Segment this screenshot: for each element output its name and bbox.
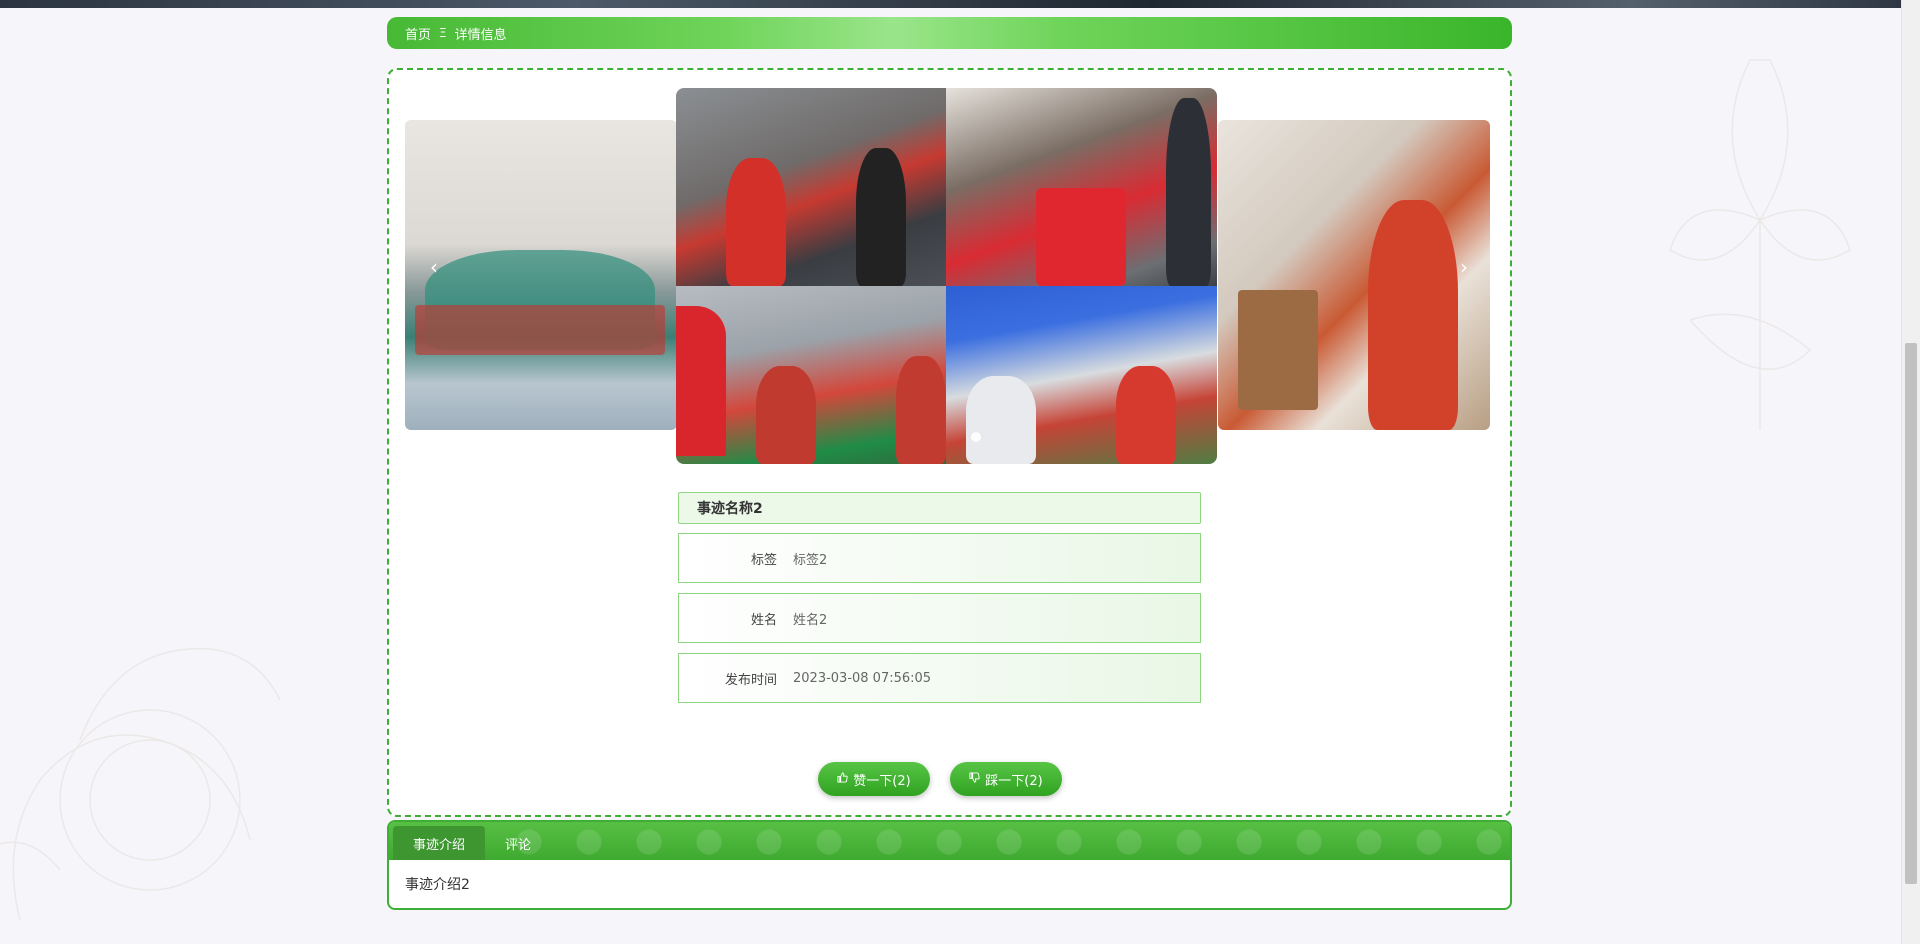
lotus-decoration-right	[1669, 59, 1851, 430]
detail-card: ‹ › 事迹名称2 标签 标签2 姓名 姓名2 发布时间 2023-03-08 …	[387, 68, 1512, 817]
field-row-tag: 标签 标签2	[678, 533, 1201, 583]
field-value: 标签2	[793, 552, 828, 568]
like-button[interactable]: 赞一下(2)	[818, 762, 930, 796]
field-label: 姓名	[750, 612, 777, 628]
field-row-publish-time: 发布时间 2023-03-08 07:56:05	[678, 653, 1201, 703]
record-title: 事迹名称2	[678, 492, 1201, 524]
breadcrumb-home-link[interactable]: 首页	[405, 24, 431, 43]
photo-red-bin	[946, 88, 1217, 286]
carousel-slide-right[interactable]	[1218, 120, 1490, 430]
carousel-slide-left[interactable]	[405, 120, 677, 430]
vertical-scrollbar[interactable]	[1901, 0, 1920, 944]
carousel-slide-active[interactable]	[676, 88, 1217, 464]
carousel-indicator-dot[interactable]	[971, 432, 981, 442]
field-row-name: 姓名 姓名2	[678, 593, 1201, 643]
field-value: 姓名2	[793, 612, 828, 628]
field-label: 标签	[750, 552, 777, 568]
detail-info: 事迹名称2 标签 标签2 姓名 姓名2 发布时间 2023-03-08 07:5…	[678, 492, 1201, 713]
thumbs-down-icon	[969, 772, 980, 786]
scrollbar-thumb[interactable]	[1905, 343, 1917, 884]
photo-tent-station	[946, 286, 1217, 464]
dislike-button[interactable]: 踩一下(2)	[950, 762, 1062, 796]
like-label: 赞一下(2)	[853, 773, 911, 789]
photo-flag-volunteers	[676, 286, 946, 464]
tab-comments[interactable]: 评论	[485, 826, 551, 860]
photo-volunteers-street	[676, 88, 946, 286]
breadcrumb: 首页 Ξ 详情信息	[387, 17, 1512, 49]
tabs-bar: 事迹介绍 评论	[389, 822, 1510, 860]
tab-content: 事迹介绍2	[405, 877, 470, 893]
tab-introduction[interactable]: 事迹介绍	[393, 826, 486, 860]
field-value: 2023-03-08 07:56:05	[793, 670, 932, 686]
tabs-panel: 事迹介绍 评论 事迹介绍2	[387, 820, 1512, 910]
top-banner-strip	[0, 0, 1920, 8]
thumbs-up-icon	[837, 772, 848, 786]
dislike-label: 踩一下(2)	[985, 773, 1043, 789]
breadcrumb-current: 详情信息	[454, 27, 507, 43]
image-carousel[interactable]: ‹ ›	[405, 88, 1490, 464]
vote-actions: 赞一下(2) 踩一下(2)	[818, 762, 1062, 796]
chevron-left-icon[interactable]: ‹	[423, 256, 445, 278]
field-label: 发布时间	[724, 672, 777, 688]
breadcrumb-separator: Ξ	[439, 26, 447, 40]
lotus-decoration-left	[0, 647, 281, 921]
chevron-right-icon[interactable]: ›	[1453, 256, 1475, 278]
